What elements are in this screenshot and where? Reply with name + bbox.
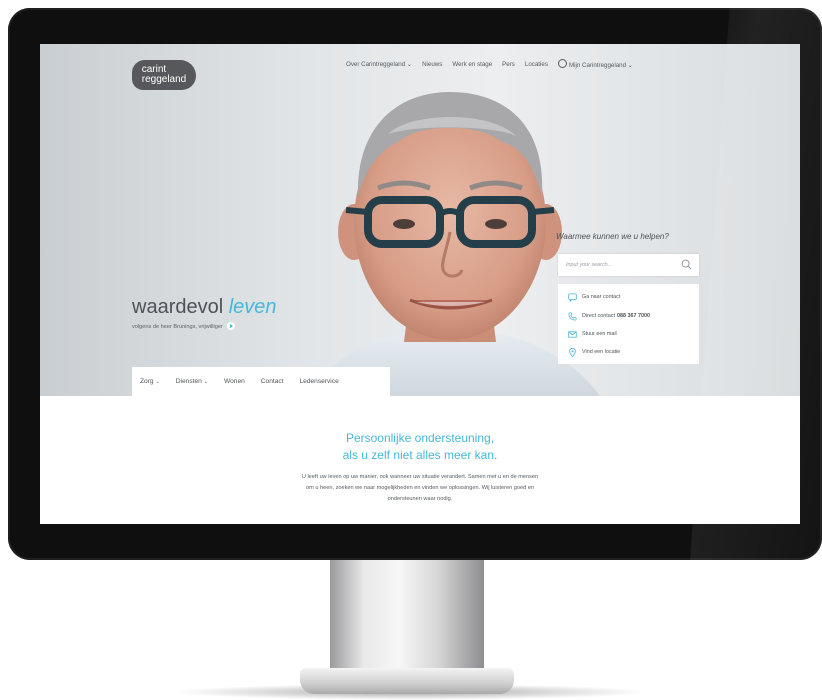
- mail-icon: [568, 330, 577, 338]
- brand-logo[interactable]: carint reggeland: [132, 60, 196, 90]
- nav-item-werk-en-stage[interactable]: Werk en stage: [452, 61, 492, 68]
- phone-icon: [568, 312, 577, 320]
- contact-link-locatie[interactable]: Vind een locatie: [568, 347, 620, 357]
- chevron-down-icon: ⌄: [406, 60, 413, 68]
- contact-link-phone[interactable]: Direct contact 088 367 7000: [568, 311, 650, 321]
- tab-zorg[interactable]: Zorg ⌄: [132, 378, 168, 385]
- tab-diensten[interactable]: Diensten ⌄: [168, 378, 216, 385]
- chat-icon: [568, 292, 577, 302]
- main-tabs: Zorg ⌄ Diensten ⌄ Wonen Contact Ledenservi…: [132, 367, 390, 396]
- chevron-down-icon: ⌄: [627, 62, 633, 69]
- content-heading-line: als u zelf niet alles meer kan.: [342, 448, 498, 462]
- contact-link-ga-naar-contact[interactable]: Ga naar contact: [568, 292, 620, 302]
- website-screen: carint reggeland Over Carintreggeland ⌄ …: [40, 44, 800, 524]
- hero-title: waardevol leven: [132, 296, 277, 318]
- tab-contact[interactable]: Contact: [253, 378, 292, 385]
- nav-item-locaties[interactable]: Locaties: [525, 61, 548, 68]
- nav-item-pers[interactable]: Pers: [502, 61, 515, 68]
- content-body-line: U leeft uw leven op uw manier, ook wanne…: [301, 474, 539, 480]
- help-title: Waarmee kunnen we u helpen?: [556, 232, 669, 241]
- monitor-stand-neck: [330, 560, 484, 670]
- globe-icon: [557, 59, 567, 68]
- play-icon[interactable]: [226, 322, 235, 330]
- content-body-line: om u heen, zoeken we naar mogelijkheden …: [306, 485, 534, 491]
- content-heading-line: Persoonlijke ondersteuning,: [345, 431, 495, 445]
- contact-link-mail[interactable]: Stuur een mail: [568, 329, 617, 339]
- hero-subtitle: volgens de heer Brunings, vrijwilliger: [132, 322, 235, 330]
- search-input[interactable]: [566, 260, 666, 270]
- monitor-stand-base: [300, 668, 514, 694]
- chevron-down-icon: ⌄: [155, 379, 160, 385]
- contact-options: Ga naar contact Direct contact 088 367 70…: [558, 284, 699, 364]
- location-icon: [569, 347, 576, 357]
- nav-item-over[interactable]: Over Carintreggeland ⌄: [346, 61, 412, 68]
- search-icon[interactable]: [681, 259, 692, 270]
- hero-banner: carint reggeland Over Carintreggeland ⌄ …: [40, 44, 800, 396]
- nav-item-nieuws[interactable]: Nieuws: [422, 61, 442, 68]
- nav-item-mijn[interactable]: Mijn Carintreggeland ⌄: [557, 59, 633, 69]
- tab-ledenservice[interactable]: Ledenservice: [292, 378, 347, 385]
- content-heading: Persoonlijke ondersteuning, als u zelf n…: [40, 430, 800, 464]
- top-navigation: Over Carintreggeland ⌄ Nieuws Werk en st…: [346, 57, 633, 71]
- content-body: U leeft uw leven op uw manier, ook wanne…: [230, 472, 610, 505]
- content-body-line: ondersteunen waar nodig.: [387, 496, 453, 502]
- search-box: [558, 254, 699, 276]
- chevron-down-icon: ⌄: [203, 379, 208, 385]
- tab-wonen[interactable]: Wonen: [216, 378, 253, 385]
